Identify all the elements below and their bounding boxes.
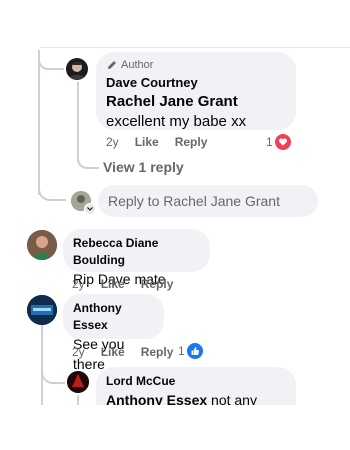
avatar[interactable] [27,230,57,260]
comment-bubble: Author Dave Courtney Rachel Jane Grant e… [96,52,296,130]
comment-author[interactable]: Anthony Essex [73,300,154,334]
like-button[interactable]: Like [101,277,125,291]
reply-input-placeholder: Reply to Rachel Jane Grant [108,193,280,209]
like-button[interactable]: Like [101,345,125,359]
mention-link[interactable]: Rachel Jane Grant [106,93,238,110]
avatar-photo-icon [67,371,89,393]
comment-author[interactable]: Dave Courtney [106,74,286,91]
reply-button[interactable]: Reply [175,135,208,149]
avatar[interactable] [66,58,88,80]
reply-input[interactable]: Reply to Rachel Jane Grant [98,185,318,217]
pencil-icon [108,61,116,69]
comment-body: excellent my babe xx [106,113,247,130]
comment-author[interactable]: Rebecca Diane Boulding [73,235,200,269]
thread-line-top [38,60,64,70]
heart-icon [274,134,291,150]
top-divider [40,47,350,48]
comment-author[interactable]: Lord McCue [106,373,286,390]
reaction-count: 1 [178,344,185,358]
reaction-summary[interactable]: 1 [266,134,291,150]
comment-time[interactable]: 2y [72,345,85,359]
reply-line-curve [77,155,99,169]
thumbs-up-icon [186,343,203,359]
avatar-photo-icon [27,295,57,325]
comment-actions: 2y Like Reply [72,345,189,359]
comment-bubble: Anthony Essex See you there [63,294,164,372]
avatar[interactable] [27,295,57,325]
thread-line-curve [41,362,65,384]
reply-button[interactable]: Reply [141,345,174,359]
comment-time[interactable]: 2y [106,135,119,149]
chevron-down-icon[interactable] [84,203,96,215]
reply-button[interactable]: Reply [141,277,174,291]
avatar-photo-icon [69,62,85,80]
avatar[interactable] [67,371,89,393]
bottom-blank [0,405,350,450]
comment-actions: 2y Like Reply [72,277,189,291]
comment-time[interactable]: 2y [72,277,85,291]
comment-actions: 2y Like Reply [106,135,223,149]
author-badge: Author [121,59,154,71]
thread-line-curve [38,185,66,201]
like-button[interactable]: Like [135,135,159,149]
comment-text: Rachel Jane Grant excellent my babe xx [106,92,286,132]
reply-line [77,82,79,162]
reaction-count: 1 [266,135,273,149]
view-replies-link[interactable]: View 1 reply [103,159,184,175]
reaction-summary[interactable]: 1 [178,343,203,359]
comment-bubble: Rebecca Diane Boulding Rip Dave mate [63,229,210,287]
avatar-photo-icon [27,230,57,260]
thread-line [38,50,40,195]
